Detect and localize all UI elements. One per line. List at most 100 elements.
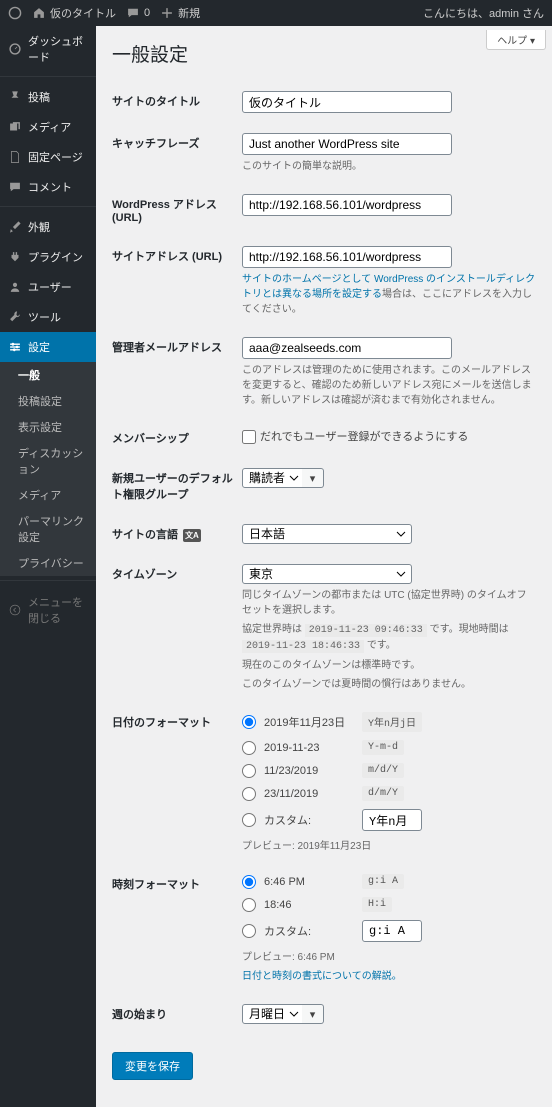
admin-sidebar: ダッシュボード 投稿 メディア 固定ページ コメント 外観 プラグイン ユーザー… <box>0 26 96 1107</box>
radio-time-format[interactable] <box>242 898 256 912</box>
time-format-option[interactable]: 6:46 PMg:i A <box>242 874 536 889</box>
select-timezone[interactable]: 東京 <box>242 564 412 584</box>
menu-pages[interactable]: 固定ページ <box>0 142 96 172</box>
input-wp-url[interactable] <box>242 194 452 216</box>
desc-timezone-std1: 現在のこのタイムゾーンは標準時です。 <box>242 658 536 673</box>
label-wp-url: WordPress アドレス (URL) <box>112 184 242 236</box>
sub-permalink[interactable]: パーマリンク設定 <box>0 508 96 550</box>
select-default-role[interactable]: 購読者 <box>242 468 305 488</box>
select-language[interactable]: 日本語 <box>242 524 412 544</box>
input-date-custom[interactable] <box>362 809 422 831</box>
radio-date-format[interactable] <box>242 764 256 778</box>
menu-tools[interactable]: ツール <box>0 302 96 332</box>
home-icon <box>32 6 46 20</box>
label-date-format: 日付のフォーマット <box>112 702 242 864</box>
date-format-custom[interactable]: カスタム: <box>242 809 536 831</box>
page-icon <box>8 150 22 164</box>
date-format-option[interactable]: 2019-11-23Y-m-d <box>242 740 536 755</box>
label-language: サイトの言語 文A <box>112 514 242 554</box>
save-button[interactable]: 変更を保存 <box>112 1052 193 1080</box>
new-link[interactable]: 新規 <box>160 5 200 21</box>
checkbox-membership[interactable] <box>242 430 256 444</box>
label-default-role: 新規ユーザーのデフォルト権限グループ <box>112 458 242 514</box>
site-link[interactable]: 仮のタイトル <box>32 5 116 21</box>
sub-discussion[interactable]: ディスカッション <box>0 440 96 482</box>
input-admin-email[interactable] <box>242 337 452 359</box>
date-format-option[interactable]: 2019年11月23日Y年n月j日 <box>242 712 536 732</box>
greeting[interactable]: こんにちは、admin さん <box>423 5 544 21</box>
label-week-start: 週の始まり <box>112 994 242 1034</box>
radio-date-format[interactable] <box>242 787 256 801</box>
radio-date-custom[interactable] <box>242 813 256 827</box>
wp-logo[interactable] <box>8 6 22 20</box>
input-time-custom[interactable] <box>362 920 422 942</box>
desc-admin-email: このアドレスは管理のために使用されます。このメールアドレスを変更すると、確認のた… <box>242 363 536 408</box>
sub-general[interactable]: 一般 <box>0 362 96 388</box>
label-admin-email: 管理者メールアドレス <box>112 327 242 418</box>
radio-time-custom[interactable] <box>242 924 256 938</box>
select-btn-icon[interactable]: ▾ <box>302 468 324 488</box>
code-date-format: Y年n月j日 <box>362 712 422 732</box>
date-format-option[interactable]: 11/23/2019m/d/Y <box>242 763 536 778</box>
dashboard-icon <box>8 42 22 56</box>
desc-tagline: このサイトの簡単な説明。 <box>242 159 536 174</box>
input-tagline[interactable] <box>242 133 452 155</box>
comment-icon <box>126 6 140 20</box>
plus-icon <box>160 6 174 20</box>
menu-media[interactable]: メディア <box>0 112 96 142</box>
radio-date-format[interactable] <box>242 741 256 755</box>
label-tagline: キャッチフレーズ <box>112 123 242 184</box>
settings-icon <box>8 340 22 354</box>
comments-link[interactable]: 0 <box>126 6 150 20</box>
help-tab[interactable]: ヘルプ ▾ <box>486 30 546 50</box>
input-site-title[interactable] <box>242 91 452 113</box>
label-site-url: サイトアドレス (URL) <box>112 236 242 327</box>
sub-media[interactable]: メディア <box>0 482 96 508</box>
admin-bar: 仮のタイトル 0 新規 こんにちは、admin さん <box>0 0 552 26</box>
input-site-url[interactable] <box>242 246 452 268</box>
utc-time: 2019-11-23 09:46:33 <box>305 624 427 637</box>
menu-posts[interactable]: 投稿 <box>0 82 96 112</box>
sub-writing[interactable]: 投稿設定 <box>0 388 96 414</box>
time-format-option[interactable]: 18:46H:i <box>242 897 536 912</box>
radio-date-format[interactable] <box>242 715 256 729</box>
wrench-icon <box>8 310 22 324</box>
settings-submenu: 一般 投稿設定 表示設定 ディスカッション メディア パーマリンク設定 プライバ… <box>0 362 96 576</box>
menu-dashboard[interactable]: ダッシュボード <box>0 26 96 72</box>
code-time-format: g:i A <box>362 874 404 889</box>
link-datetime-doc[interactable]: 日付と時刻の書式についての解説。 <box>242 971 402 982</box>
user-icon <box>8 280 22 294</box>
select-btn-icon[interactable]: ▾ <box>302 1004 324 1024</box>
radio-time-format[interactable] <box>242 875 256 889</box>
media-icon <box>8 120 22 134</box>
checkbox-membership-label[interactable]: だれでもユーザー登録ができるようにする <box>242 431 468 443</box>
sub-privacy[interactable]: プライバシー <box>0 550 96 576</box>
main-content: 一般設定 サイトのタイトル キャッチフレーズ このサイトの簡単な説明。 Word… <box>96 26 552 1107</box>
brush-icon <box>8 220 22 234</box>
code-date-format: m/d/Y <box>362 763 404 778</box>
time-format-custom[interactable]: カスタム: <box>242 920 536 942</box>
label-site-title: サイトのタイトル <box>112 81 242 123</box>
code-date-format: Y-m-d <box>362 740 404 755</box>
plug-icon <box>8 250 22 264</box>
collapse-menu[interactable]: メニューを閉じる <box>0 586 96 634</box>
sub-reading[interactable]: 表示設定 <box>0 414 96 440</box>
date-format-preview: プレビュー: 2019年11月23日 <box>242 839 536 854</box>
page-title: 一般設定 <box>112 40 536 67</box>
collapse-icon <box>8 603 22 617</box>
date-format-option[interactable]: 23/11/2019d/m/Y <box>242 786 536 801</box>
select-week-start[interactable]: 月曜日 <box>242 1004 305 1024</box>
menu-settings[interactable]: 設定 <box>0 332 96 362</box>
menu-appearance[interactable]: 外観 <box>0 212 96 242</box>
label-membership: メンバーシップ <box>112 418 242 458</box>
desc-timezone-std2: このタイムゾーンでは夏時間の慣行はありません。 <box>242 677 536 692</box>
code-date-format: d/m/Y <box>362 786 404 801</box>
menu-plugins[interactable]: プラグイン <box>0 242 96 272</box>
wordpress-icon <box>8 6 22 20</box>
translate-icon: 文A <box>183 529 201 542</box>
desc-timezone-times: 協定世界時は 2019-11-23 09:46:33 です。現地時間は 2019… <box>242 622 536 654</box>
menu-comments[interactable]: コメント <box>0 172 96 202</box>
desc-timezone-1: 同じタイムゾーンの都市または UTC (協定世界時) のタイムオフセットを選択し… <box>242 588 536 618</box>
menu-users[interactable]: ユーザー <box>0 272 96 302</box>
code-time-format: H:i <box>362 897 392 912</box>
